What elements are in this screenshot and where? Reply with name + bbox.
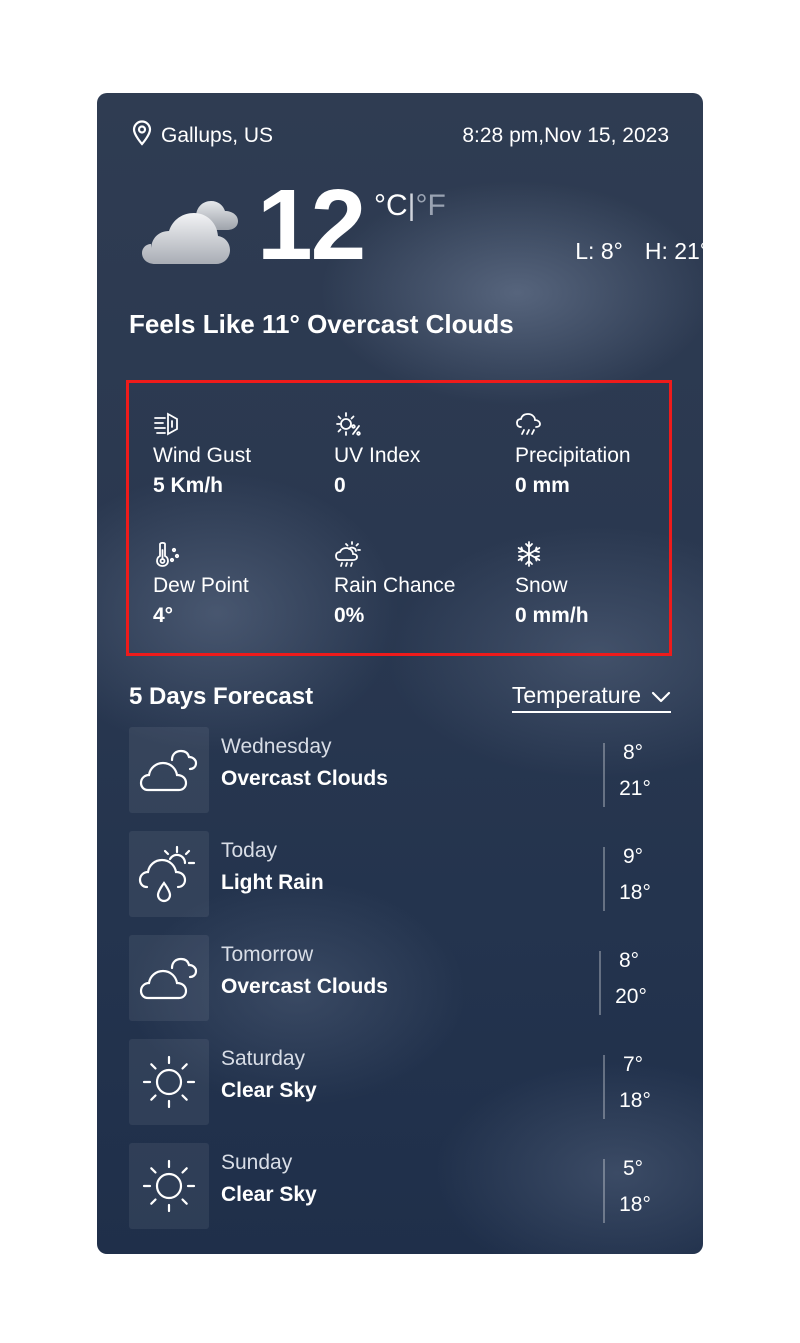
sun-uv-icon — [334, 410, 362, 438]
header-row: Gallups, US 8:28 pm,Nov 15, 2023 — [131, 120, 669, 152]
high-temperature: H: 21° — [644, 238, 703, 264]
forecast-metric-select[interactable]: Temperature — [511, 681, 671, 713]
clouds-icon — [129, 935, 209, 1021]
metric-uv-index: UV Index 0 — [334, 410, 515, 500]
sun-rain-cloud-icon — [334, 540, 362, 568]
forecast-header: 5 Days Forecast Temperature — [129, 679, 671, 715]
forecast-divider — [603, 847, 605, 911]
forecast-day-tomorrow[interactable]: Tomorrow Overcast Clouds 8° 20° — [129, 935, 671, 1021]
forecast-list: Wednesday Overcast Clouds 8° 21° Today L… — [129, 727, 671, 1247]
forecast-day-today[interactable]: Today Light Rain 9° 18° — [129, 831, 671, 917]
forecast-day-name: Sunday — [221, 1151, 293, 1174]
forecast-day-name: Saturday — [221, 1047, 306, 1070]
rain-cloud-icon — [515, 410, 543, 438]
celsius-toggle[interactable]: °C — [374, 189, 408, 222]
forecast-low: 8° — [622, 741, 644, 764]
forecast-high: 18° — [619, 1193, 651, 1216]
forecast-low: 8° — [618, 949, 640, 972]
metric-label: Precipitation — [515, 444, 631, 467]
chevron-down-icon — [651, 682, 671, 709]
metric-precipitation: Precipitation 0 mm — [515, 410, 675, 500]
forecast-day-sunday[interactable]: Sunday Clear Sky 5° 18° — [129, 1143, 671, 1229]
forecast-select-value: Temperature — [511, 681, 641, 708]
forecast-day-saturday[interactable]: Saturday Clear Sky 7° 18° — [129, 1039, 671, 1125]
forecast-day-condition: Overcast Clouds — [221, 767, 388, 790]
metric-value: 0 — [334, 474, 346, 497]
clouds-icon — [129, 727, 209, 813]
low-high-temperature: L: 8° H: 21° — [575, 238, 703, 265]
weather-card: Gallups, US 8:28 pm,Nov 15, 2023 12 °C|°… — [97, 93, 703, 1254]
forecast-high: 18° — [619, 1089, 651, 1112]
forecast-high: 20° — [615, 985, 647, 1008]
metric-dew-point: Dew Point 4° — [153, 540, 334, 630]
forecast-day-condition: Light Rain — [221, 871, 324, 894]
forecast-day-name: Tomorrow — [221, 943, 314, 966]
location-name: Gallups, US — [161, 124, 274, 147]
forecast-day-condition: Clear Sky — [221, 1079, 317, 1102]
metric-rain-chance: Rain Chance 0% — [334, 540, 515, 630]
forecast-divider — [603, 743, 605, 807]
metric-wind-gust: Wind Gust 5 Km/h — [153, 410, 334, 500]
forecast-divider — [603, 1055, 605, 1119]
forecast-low: 9° — [622, 845, 644, 868]
metric-label: Wind Gust — [153, 444, 252, 467]
feels-like: Feels Like 11° Overcast Clouds — [129, 309, 514, 339]
forecast-title: 5 Days Forecast — [129, 683, 314, 710]
forecast-day-name: Wednesday — [221, 735, 332, 758]
metric-value: 0 mm/h — [515, 604, 589, 627]
sun-icon — [129, 1143, 209, 1229]
metric-label: Dew Point — [153, 574, 249, 597]
forecast-day-name: Today — [221, 839, 278, 862]
metric-value: 0% — [334, 604, 365, 627]
sun-icon — [129, 1039, 209, 1125]
cloudy-icon — [139, 183, 249, 278]
forecast-high: 18° — [619, 881, 651, 904]
forecast-divider — [599, 951, 601, 1015]
forecast-day-condition: Overcast Clouds — [221, 975, 388, 998]
forecast-day-condition: Clear Sky — [221, 1183, 317, 1206]
metric-label: Rain Chance — [334, 574, 456, 597]
forecast-day-wednesday[interactable]: Wednesday Overcast Clouds 8° 21° — [129, 727, 671, 813]
location[interactable]: Gallups, US — [131, 120, 273, 152]
metric-value: 5 Km/h — [153, 474, 224, 497]
current-temperature: 12 — [257, 169, 366, 281]
fahrenheit-toggle[interactable]: °F — [415, 189, 445, 222]
low-temperature: L: 8° — [575, 238, 623, 264]
current-datetime: 8:28 pm,Nov 15, 2023 — [462, 124, 669, 147]
forecast-low: 5° — [622, 1157, 644, 1180]
snowflake-icon — [515, 540, 543, 568]
wind-icon — [153, 410, 181, 438]
metric-label: Snow — [515, 574, 568, 597]
weather-metrics-grid: Wind Gust 5 Km/h UV Index 0 Precipitatio… — [153, 410, 673, 630]
location-pin-icon — [131, 120, 153, 152]
metric-value: 0 mm — [515, 474, 570, 497]
sun-rain-icon — [129, 831, 209, 917]
metric-label: UV Index — [334, 444, 421, 467]
forecast-divider — [603, 1159, 605, 1223]
metric-value: 4° — [153, 604, 174, 627]
metric-snow: Snow 0 mm/h — [515, 540, 675, 630]
unit-toggle: °C|°F — [374, 189, 446, 223]
forecast-high: 21° — [619, 777, 651, 800]
current-weather: 12 °C|°F L: 8° H: 21° — [139, 175, 703, 283]
forecast-low: 7° — [622, 1053, 644, 1076]
thermometer-icon — [153, 540, 181, 568]
